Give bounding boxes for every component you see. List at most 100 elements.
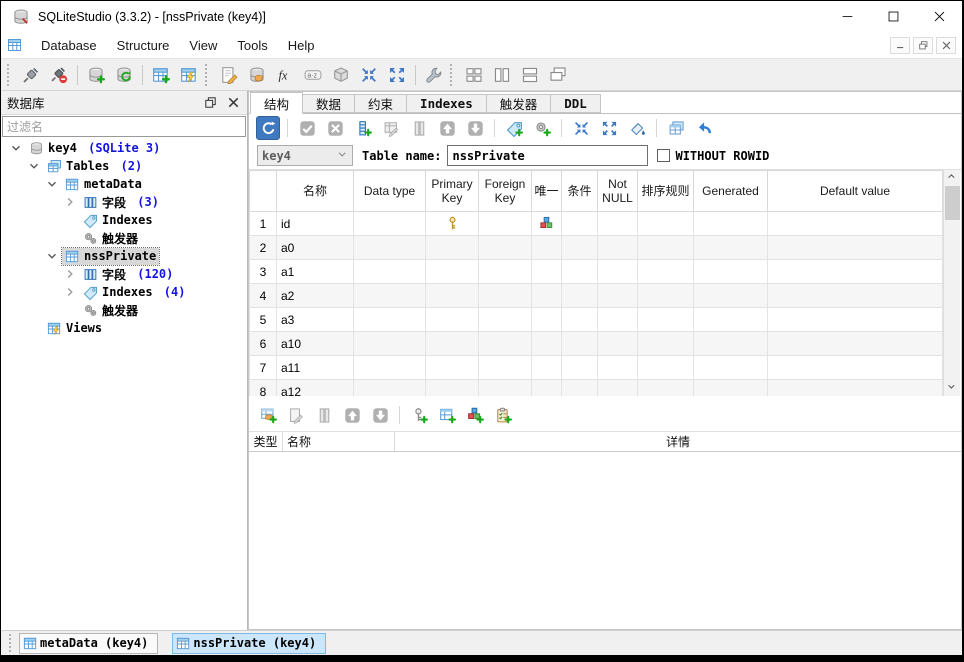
new-table-button[interactable]: [148, 62, 174, 88]
cell-generated[interactable]: [694, 356, 768, 380]
cell-datatype[interactable]: [354, 308, 426, 332]
tree-node[interactable]: 字段 (120): [80, 266, 176, 283]
cell-primary-key[interactable]: [426, 260, 479, 284]
cell-foreign-key[interactable]: [479, 332, 532, 356]
mdi-restore-button[interactable]: [913, 37, 933, 54]
add-check-button[interactable]: [491, 403, 515, 427]
refresh-databases-button[interactable]: [111, 62, 137, 88]
cell-foreign-key[interactable]: [479, 284, 532, 308]
cell-default-value[interactable]: [768, 260, 943, 284]
cell-name[interactable]: a10: [277, 332, 354, 356]
cell-unique[interactable]: [532, 260, 562, 284]
column-header-Primary Key[interactable]: Primary Key: [426, 171, 479, 212]
cell-primary-key[interactable]: [426, 236, 479, 260]
column-row-a3[interactable]: 5a3: [250, 308, 943, 332]
rollback-structure-button[interactable]: [323, 116, 347, 140]
column-row-a12[interactable]: 8a12: [250, 380, 943, 397]
tree-item-9[interactable]: 触发器: [1, 301, 247, 319]
column-header-Not NULL[interactable]: Not NULL: [598, 171, 638, 212]
cell-datatype[interactable]: [354, 332, 426, 356]
chevron-down-icon[interactable]: [45, 177, 59, 191]
open-sql-editor-button[interactable]: [216, 62, 242, 88]
menu-view[interactable]: View: [179, 35, 227, 56]
chevron-down-icon[interactable]: [27, 159, 41, 173]
column-header-名称[interactable]: 名称: [277, 171, 354, 212]
add-foreign-key-button[interactable]: [435, 403, 459, 427]
cell-collation[interactable]: [638, 380, 694, 397]
cell-default-value[interactable]: [768, 332, 943, 356]
tree-node[interactable]: Views: [44, 320, 105, 337]
cell-collation[interactable]: [638, 260, 694, 284]
tree-node[interactable]: Indexes (4): [80, 284, 188, 301]
column-row-a2[interactable]: 4a2: [250, 284, 943, 308]
maximize-button[interactable]: [870, 1, 916, 32]
cell-datatype[interactable]: [354, 284, 426, 308]
cell-datatype[interactable]: [354, 260, 426, 284]
cell-generated[interactable]: [694, 236, 768, 260]
move-column-down-button[interactable]: [463, 116, 487, 140]
menu-database[interactable]: Database: [31, 35, 107, 56]
cell-collation[interactable]: [638, 212, 694, 236]
cell-generated[interactable]: [694, 332, 768, 356]
cell-condition[interactable]: [562, 308, 598, 332]
open-collations-editor-button[interactable]: a·z: [300, 62, 326, 88]
column-header-Data type[interactable]: Data type: [354, 171, 426, 212]
add-database-button[interactable]: [83, 62, 109, 88]
cell-unique[interactable]: [532, 356, 562, 380]
column-row-a11[interactable]: 7a11: [250, 356, 943, 380]
move-constraint-up-button[interactable]: [340, 403, 364, 427]
cell-name[interactable]: a0: [277, 236, 354, 260]
tree-item-Tables[interactable]: Tables (2): [1, 157, 247, 175]
cell-condition[interactable]: [562, 284, 598, 308]
column-header-Generated[interactable]: Generated: [694, 171, 768, 212]
cell-foreign-key[interactable]: [479, 236, 532, 260]
tree-item-nssPrivate[interactable]: nssPrivate: [1, 247, 247, 265]
tree-item-Indexes[interactable]: Indexes (4): [1, 283, 247, 301]
panel-close-button[interactable]: [226, 95, 241, 110]
cell-condition[interactable]: [562, 212, 598, 236]
cell-default-value[interactable]: [768, 236, 943, 260]
constraints-column-类型[interactable]: 类型: [249, 432, 283, 451]
column-header-Default value[interactable]: Default value: [768, 171, 943, 212]
add-column-button[interactable]: [351, 116, 375, 140]
cell-primary-key[interactable]: [426, 284, 479, 308]
cell-generated[interactable]: [694, 284, 768, 308]
menu-structure[interactable]: Structure: [107, 35, 180, 56]
cell-generated[interactable]: [694, 260, 768, 284]
cell-not-null[interactable]: [598, 308, 638, 332]
cell-not-null[interactable]: [598, 332, 638, 356]
format-ddl-button[interactable]: [625, 116, 649, 140]
chevron-right-icon[interactable]: [63, 267, 77, 281]
cell-primary-key[interactable]: [426, 332, 479, 356]
add-unique-button[interactable]: [463, 403, 487, 427]
open-functions-editor-button[interactable]: fx: [272, 62, 298, 88]
cell-not-null[interactable]: [598, 356, 638, 380]
cell-foreign-key[interactable]: [479, 212, 532, 236]
add-trigger-button[interactable]: [530, 116, 554, 140]
cell-not-null[interactable]: [598, 212, 638, 236]
cell-collation[interactable]: [638, 284, 694, 308]
column-row-a10[interactable]: 6a10: [250, 332, 943, 356]
connect-button[interactable]: [18, 62, 44, 88]
open-configuration-button[interactable]: [421, 62, 447, 88]
cell-datatype[interactable]: [354, 236, 426, 260]
chevron-right-icon[interactable]: [63, 195, 77, 209]
windows-grid-button[interactable]: [461, 62, 487, 88]
tab-结构[interactable]: 结构: [250, 92, 303, 114]
tree-item-3[interactable]: 字段 (3): [1, 193, 247, 211]
refresh-structure-button[interactable]: [256, 116, 280, 140]
cell-primary-key[interactable]: [426, 308, 479, 332]
new-table-quick-button[interactable]: [176, 62, 202, 88]
tree-item-key4[interactable]: key4 (SQLite 3): [1, 139, 247, 157]
tree-node[interactable]: key4 (SQLite 3): [26, 140, 163, 157]
cell-datatype[interactable]: [354, 356, 426, 380]
cell-not-null[interactable]: [598, 380, 638, 397]
tree-node[interactable]: Indexes: [80, 212, 156, 229]
cell-unique[interactable]: [532, 284, 562, 308]
cell-not-null[interactable]: [598, 260, 638, 284]
cell-default-value[interactable]: [768, 212, 943, 236]
scroll-up-icon[interactable]: [944, 170, 961, 186]
cell-primary-key[interactable]: [426, 356, 479, 380]
column-header-Foreign Key[interactable]: Foreign Key: [479, 171, 532, 212]
tree-item-Indexes[interactable]: Indexes: [1, 211, 247, 229]
